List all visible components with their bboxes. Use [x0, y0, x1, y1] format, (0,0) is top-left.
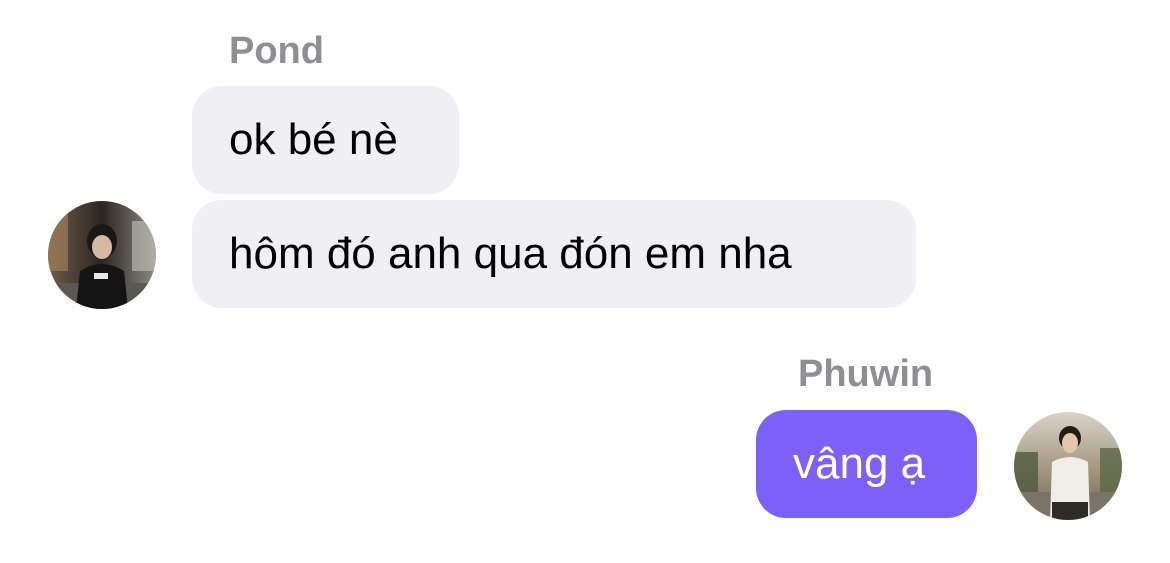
avatar-pond[interactable] [48, 201, 156, 309]
message-text: hôm đó anh qua đón em nha [229, 229, 792, 278]
message-text: vâng ạ [793, 439, 926, 488]
avatar-photo-icon [48, 201, 156, 309]
message-text: ok bé nè [229, 115, 398, 164]
sender-name-phuwin: Phuwin [798, 353, 934, 395]
message-bubble-incoming[interactable]: ok bé nè [192, 86, 459, 194]
message-bubble-outgoing[interactable]: vâng ạ [756, 410, 977, 518]
sender-name-pond: Pond [229, 30, 324, 72]
avatar-photo-icon [1014, 412, 1122, 520]
message-bubble-incoming[interactable]: hôm đó anh qua đón em nha [192, 200, 916, 308]
avatar-phuwin[interactable] [1014, 412, 1122, 520]
